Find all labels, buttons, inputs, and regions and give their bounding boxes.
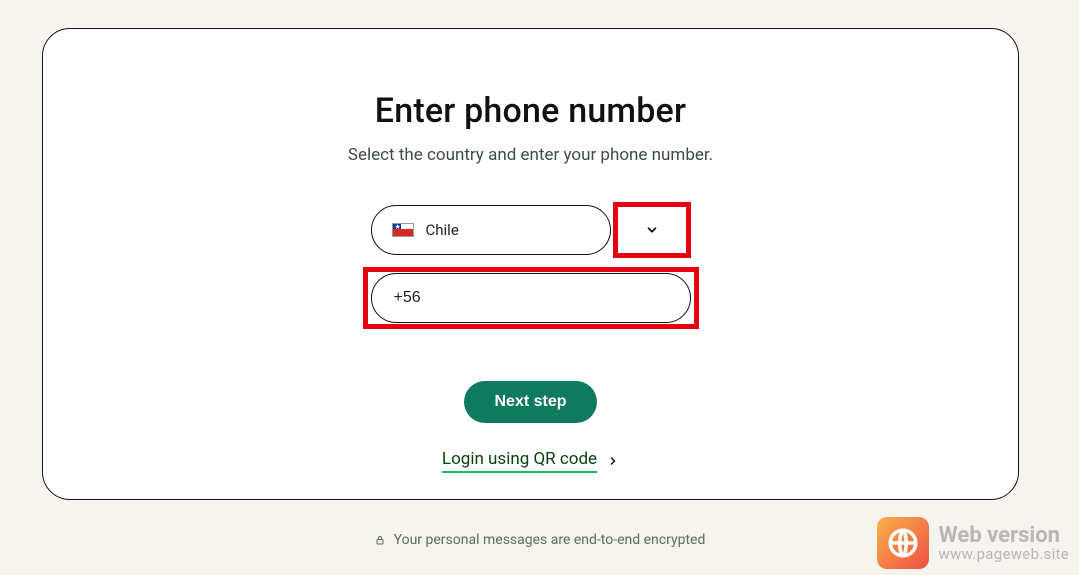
country-selected-label: Chile (426, 221, 459, 239)
chevron-down-icon (645, 223, 659, 237)
phone-input-container[interactable] (371, 273, 691, 323)
login-card: Enter phone number Select the country an… (42, 28, 1019, 500)
chevron-right-icon (607, 455, 619, 467)
country-selector-row: ★ Chile (371, 205, 691, 255)
page-subtitle: Select the country and enter your phone … (348, 145, 713, 165)
phone-input[interactable] (394, 289, 690, 307)
qr-login-label: Login using QR code (442, 449, 597, 473)
globe-icon (877, 517, 929, 569)
encryption-text: Your personal messages are end-to-end en… (394, 532, 706, 548)
qr-login-link[interactable]: Login using QR code (442, 449, 619, 473)
flag-icon: ★ (392, 223, 414, 237)
watermark-line1: Web version (939, 524, 1069, 547)
country-selector[interactable]: ★ Chile (371, 205, 611, 255)
watermark-text: Web version www.pageweb.site (939, 524, 1069, 563)
watermark-line2: www.pageweb.site (939, 547, 1069, 563)
page-title: Enter phone number (375, 91, 686, 131)
watermark: Web version www.pageweb.site (877, 517, 1069, 569)
phone-input-row (363, 267, 699, 329)
country-dropdown-button[interactable] (613, 202, 691, 258)
next-step-button[interactable]: Next step (464, 381, 596, 423)
lock-icon (374, 533, 386, 547)
